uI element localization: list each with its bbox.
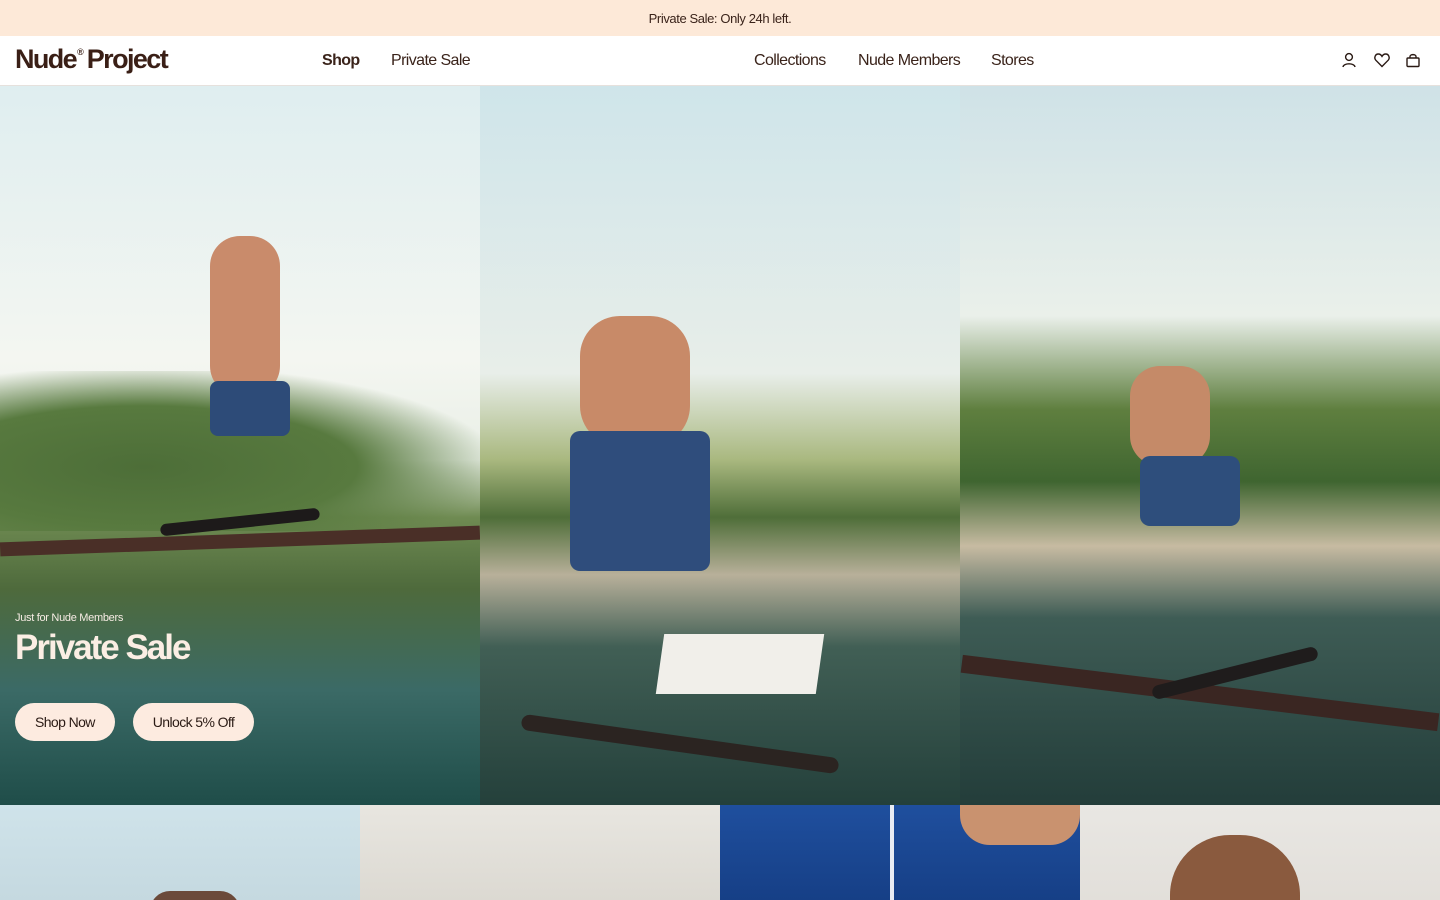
skater-body-shape [580, 316, 690, 446]
head-shape [150, 891, 240, 900]
hero-image-skater-rail[interactable] [480, 86, 960, 805]
hero-text-block: Just for Nude Members Private Sale [15, 612, 191, 667]
wishlist-heart-icon[interactable] [1373, 51, 1391, 69]
skater-body-shape [210, 236, 280, 396]
unlock-discount-button[interactable]: Unlock 5% Off [132, 703, 255, 741]
cart-bag-icon[interactable] [1404, 51, 1422, 69]
hero-title: Private Sale [15, 628, 191, 667]
hero-eyebrow: Just for Nude Members [15, 612, 124, 624]
zipper-shape [890, 805, 894, 900]
site-header: Nude ® Project Shop Private Sale Collect… [0, 36, 1440, 86]
float-shape [655, 634, 825, 694]
hero-image-skater-pool[interactable] [960, 86, 1440, 805]
nav-private-sale[interactable]: Private Sale [391, 52, 471, 70]
hair-shape [1170, 835, 1300, 900]
rail-shape [960, 654, 1440, 732]
shop-now-button[interactable]: Shop Now [15, 703, 115, 741]
logo-part-1: Nude [15, 44, 78, 74]
product-tile-1[interactable] [0, 805, 360, 900]
hero-section: Just for Nude Members Private Sale Shop … [0, 86, 1440, 805]
nav-stores[interactable]: Stores [991, 52, 1034, 70]
shorts-shape [1140, 456, 1240, 526]
product-tile-4[interactable] [1080, 805, 1440, 900]
hand-shape [960, 805, 1080, 845]
hero-buttons: Shop Now Unlock 5% Off [15, 703, 255, 741]
logo-registered-mark: ® [77, 47, 84, 57]
skateboard-shape [520, 713, 840, 775]
skater-body-shape [1130, 366, 1210, 466]
nav-shop[interactable]: Shop [322, 52, 360, 70]
announcement-bar: Private Sale: Only 24h left. [0, 0, 1440, 36]
nav-nude-members[interactable]: Nude Members [858, 52, 961, 70]
nav-collections[interactable]: Collections [754, 52, 826, 70]
product-tile-2[interactable] [360, 805, 720, 900]
brand-logo[interactable]: Nude ® Project [15, 44, 169, 75]
hero-image-skater-jump[interactable] [0, 86, 480, 805]
shorts-shape [210, 381, 290, 436]
logo-part-2: Project [86, 44, 169, 74]
shorts-shape [570, 431, 710, 571]
announcement-text: Private Sale: Only 24h left. [648, 10, 792, 26]
product-tile-3[interactable] [720, 805, 1080, 900]
account-icon[interactable] [1340, 51, 1358, 69]
product-grid-preview [0, 805, 1440, 900]
